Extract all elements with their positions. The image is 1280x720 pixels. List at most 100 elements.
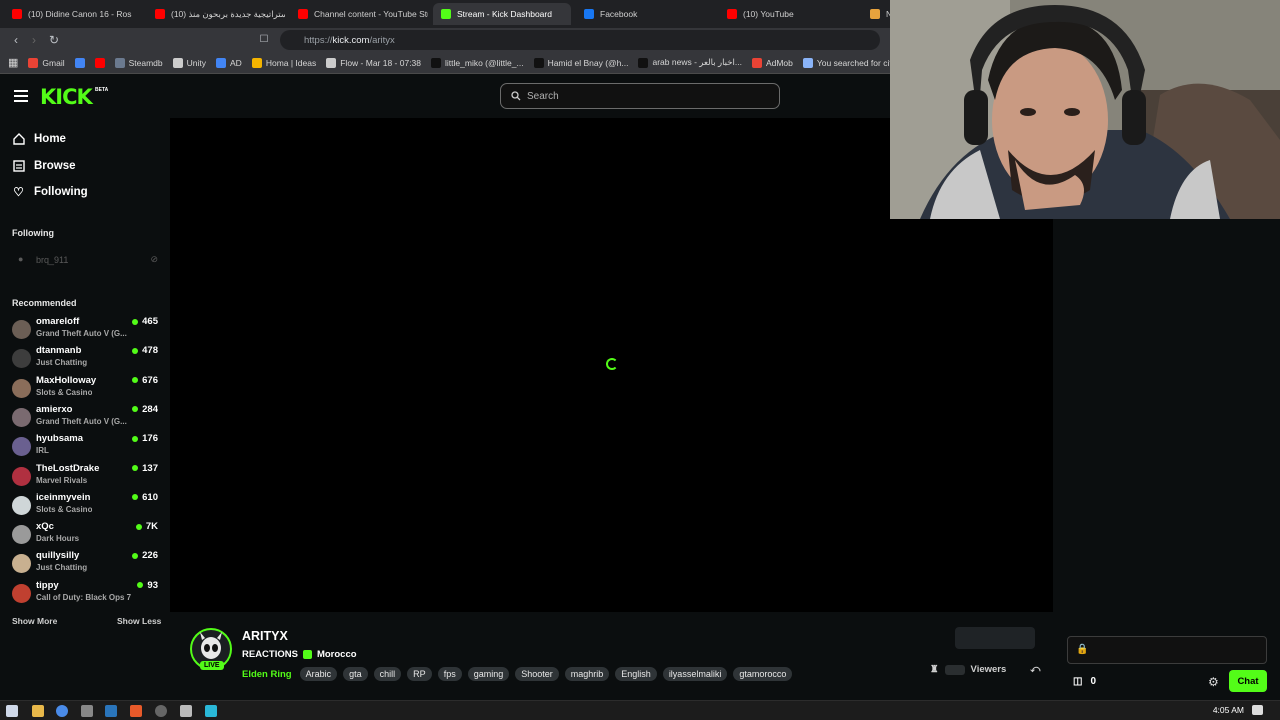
bookmark-item[interactable]: Gmail — [28, 57, 65, 68]
stream-tag[interactable]: English — [615, 667, 657, 681]
bookmark-item[interactable]: Homa | Ideas — [251, 57, 316, 68]
recommended-channel[interactable]: amierxo Grand Theft Auto V (G... 284 — [12, 404, 162, 432]
search-input[interactable]: Search — [500, 83, 780, 109]
menu-icon[interactable] — [14, 90, 28, 102]
forward-icon[interactable]: › — [26, 32, 42, 48]
bookmark-favicon-icon — [802, 57, 813, 68]
browser-tab[interactable]: Stream - Kick Dashboard — [433, 3, 571, 25]
viewer-count-value: 176 — [142, 433, 158, 445]
tab-title: Stream - Kick Dashboard — [457, 9, 552, 19]
stream-tag[interactable]: gtamorocco — [733, 667, 793, 681]
bookmark-item[interactable] — [94, 57, 105, 68]
gift-counter[interactable]: ◫ 0 — [1073, 676, 1096, 687]
notification-icon[interactable] — [1252, 705, 1263, 715]
channel-category: Slots & Casino — [36, 387, 93, 397]
recommended-channel[interactable]: tippy Call of Duty: Black Ops 7 93 — [12, 580, 162, 608]
bookmark-favicon-icon — [326, 57, 337, 68]
recommended-channel[interactable]: hyubsama IRL 176 — [12, 433, 162, 461]
stream-tag[interactable]: gaming — [467, 667, 510, 681]
obs-icon[interactable] — [155, 705, 167, 717]
brave-icon[interactable] — [130, 705, 142, 717]
live-dot-icon — [132, 406, 139, 413]
share-icon[interactable]: ⤺ — [1030, 664, 1040, 675]
search-icon — [511, 91, 521, 101]
channel-avatar — [12, 554, 31, 574]
channel-name: amierxo — [36, 403, 73, 415]
browser-tab[interactable]: (10) Didine Canon 16 - Ros — [4, 3, 142, 25]
browser-tab[interactable]: Channel content - YouTube Stu — [290, 3, 428, 25]
chat-input[interactable]: 🔒 — [1067, 636, 1267, 664]
kick-logo[interactable]: KICK — [40, 85, 93, 109]
browser-tab[interactable]: (10) إستراتيجية جديدة بربحون منذ — [147, 3, 285, 25]
recommended-channel[interactable]: dtanmanb Just Chatting 478 — [12, 345, 162, 373]
channel-category: Grand Theft Auto V (G... — [36, 329, 127, 338]
follow-button-placeholder[interactable] — [955, 627, 1035, 649]
game-link[interactable]: Elden Ring — [242, 669, 292, 680]
recommended-channel[interactable]: iceinmyvein Slots & Casino 610 — [12, 492, 162, 520]
start-icon[interactable] — [6, 705, 18, 717]
following-item[interactable]: ● brq_911 ⊘ — [12, 254, 162, 268]
bookmark-label: Steamdb — [128, 57, 163, 68]
reload-icon[interactable]: ↻ — [46, 32, 62, 48]
recommended-channel[interactable]: MaxHolloway Slots & Casino 676 — [12, 375, 162, 403]
channel-name: tippy — [36, 579, 59, 591]
channel-category: Dark Hours — [36, 534, 80, 544]
nav-following[interactable]: ♡ Following — [12, 185, 88, 199]
show-less-link[interactable]: Show Less — [117, 616, 161, 626]
bookmark-item[interactable]: AdMob — [751, 57, 793, 68]
bookmark-item[interactable] — [74, 57, 85, 68]
recommended-channel[interactable]: quillysilly Just Chatting 226 — [12, 550, 162, 578]
stream-tag[interactable]: gta — [343, 667, 368, 681]
url-prefix: https:// — [304, 34, 333, 46]
chat-send-button[interactable]: Chat — [1229, 670, 1267, 692]
bookmark-label: little_miko (@little_... — [445, 57, 524, 68]
browser-tab[interactable]: (10) YouTube — [719, 3, 857, 25]
bookmark-label: You searched for cit... — [816, 57, 899, 68]
live-dot-icon — [132, 377, 139, 384]
apps-grid-icon[interactable]: ▦ — [8, 56, 18, 69]
stream-title: REACTIONS Morocco — [242, 649, 357, 660]
file-explorer-icon[interactable] — [32, 705, 44, 717]
gear-icon[interactable]: ⚙ — [1208, 675, 1219, 689]
taskbar-clock: 4:05 AM — [1212, 705, 1244, 715]
chrome-icon[interactable] — [56, 705, 68, 717]
bookmark-item[interactable]: Steamdb — [114, 57, 163, 68]
stream-tag[interactable]: ilyasselmaliki — [662, 667, 728, 681]
viewer-count: 610 — [132, 492, 158, 503]
stream-tag[interactable]: fps — [437, 667, 462, 681]
channel-name[interactable]: ARITYX — [242, 629, 288, 643]
bookmark-item[interactable]: Hamid el Bnay (@h... — [533, 57, 628, 68]
app-icon-3[interactable] — [205, 705, 217, 717]
show-more-link[interactable]: Show More — [12, 616, 57, 626]
app-icon-2[interactable] — [180, 705, 192, 717]
bookmark-item[interactable]: Unity — [172, 57, 206, 68]
channel-category: Slots & Casino — [36, 504, 93, 514]
steam-icon[interactable] — [105, 705, 117, 717]
bookmark-item[interactable]: Flow - Mar 18 - 07:38 — [326, 57, 421, 68]
stream-tag[interactable]: RP — [407, 667, 432, 681]
viewer-count: 676 — [132, 375, 158, 386]
channel-avatar — [12, 407, 31, 427]
stream-tag[interactable]: Shooter — [515, 667, 559, 681]
browser-tab[interactable]: Facebook — [576, 3, 714, 25]
nav-home[interactable]: Home — [12, 132, 66, 145]
nav-browse[interactable]: Browse — [12, 159, 76, 172]
channel-name: TheLostDrake — [36, 462, 100, 474]
bookmark-item[interactable]: arab news - اخبار بالعر... — [638, 57, 742, 68]
recommended-channel[interactable]: omareloff Grand Theft Auto V (G... 465 — [12, 316, 162, 344]
stream-tag[interactable]: maghrib — [564, 667, 610, 681]
stream-tag[interactable]: Arabic — [299, 667, 338, 681]
channel-category: Grand Theft Auto V (G... — [36, 416, 127, 426]
recommended-channel[interactable]: TheLostDrake Marvel Rivals 137 — [12, 463, 162, 491]
bookmark-icon[interactable]: ☐ — [256, 32, 272, 48]
viewer-count-value: 137 — [142, 462, 158, 474]
stream-tag[interactable]: chill — [373, 667, 402, 681]
bookmark-item[interactable]: AD — [216, 57, 242, 68]
app-icon-1[interactable] — [81, 705, 93, 717]
bookmark-favicon-icon — [431, 57, 442, 68]
back-icon[interactable]: ‹ — [8, 32, 24, 48]
recommended-channel[interactable]: xQc Dark Hours 7K — [12, 521, 162, 549]
bookmark-item[interactable]: You searched for cit... — [802, 57, 899, 68]
url-input[interactable]: https://kick.com/arityx — [280, 30, 880, 50]
bookmark-item[interactable]: little_miko (@little_... — [431, 57, 524, 68]
